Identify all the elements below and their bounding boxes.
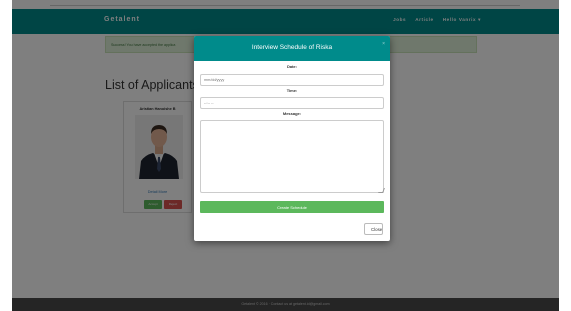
date-label: Date: xyxy=(286,64,297,69)
time-label: Time: xyxy=(286,88,298,93)
resize-handle-icon[interactable] xyxy=(378,188,385,193)
modal-header: Interview Schedule of Riska × xyxy=(194,36,390,61)
message-textarea[interactable] xyxy=(200,120,384,193)
date-input[interactable] xyxy=(200,74,384,86)
close-icon[interactable]: × xyxy=(382,41,385,47)
interview-schedule-modal: Interview Schedule of Riska × Date: Time… xyxy=(194,36,390,241)
time-input[interactable] xyxy=(200,97,384,109)
create-schedule-button[interactable]: Create Schedule xyxy=(200,201,384,213)
modal-title: Interview Schedule of Riska xyxy=(251,44,333,51)
message-label: Message: xyxy=(282,111,302,116)
close-button[interactable]: Close xyxy=(364,223,383,235)
